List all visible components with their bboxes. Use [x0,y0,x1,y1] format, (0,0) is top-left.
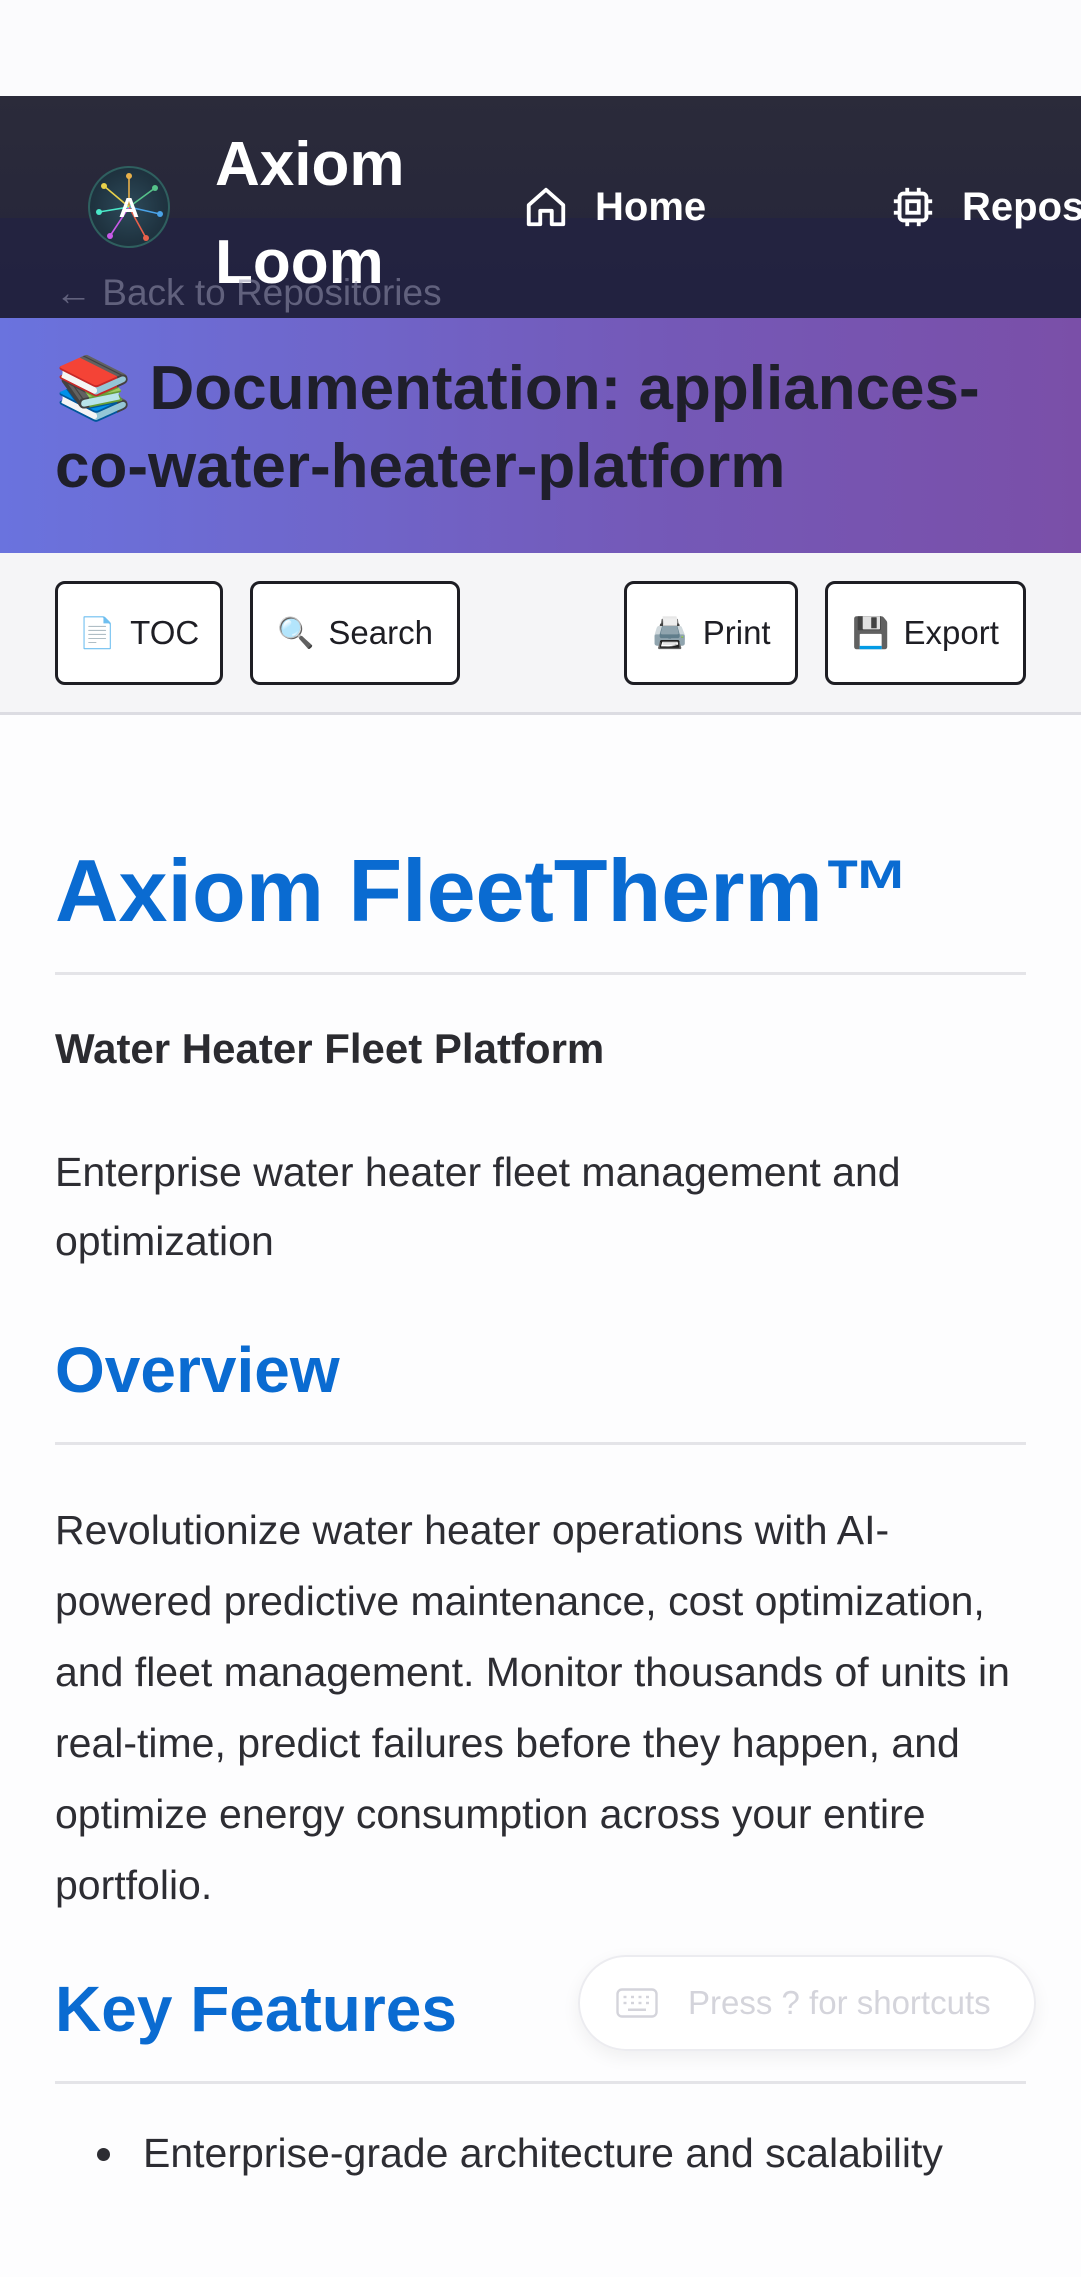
search-button-label: Search [328,614,433,651]
back-to-repositories-link[interactable]: ← Back to Repositories [55,272,442,314]
print-button[interactable]: 🖨️ Print [624,581,798,685]
export-button-label: Export [903,614,999,651]
search-button[interactable]: 🔍 Search [250,581,460,685]
print-button-label: Print [702,614,771,651]
magnifier-icon: 🔍 [277,616,315,650]
product-tagline: Enterprise water heater fleet management… [55,1149,901,1264]
nav-repos-link[interactable]: Repos [890,182,1081,232]
shortcuts-hint[interactable]: Press ? for shortcuts [578,1955,1036,2051]
books-icon: 📚 [55,354,133,423]
home-icon [526,187,566,227]
nav-home-link[interactable]: Home [523,182,706,232]
features-list: Enterprise-grade architecture and scalab… [55,2120,1026,2186]
toc-button[interactable]: 📄 TOC [55,581,223,685]
floppy-disk-icon: 💾 [852,616,890,650]
top-spacer [0,0,1081,96]
chip-icon [893,187,933,227]
printer-icon: 🖨️ [651,616,689,650]
product-subtitle: Water Heater Fleet Platform [55,1025,605,1072]
export-button[interactable]: 💾 Export [825,581,1026,685]
features-divider [55,2081,1026,2084]
product-title: Axiom FleetTherm™ [55,841,911,940]
overview-paragraph: Revolutionize water heater operations wi… [55,1507,1010,1908]
page-icon: 📄 [78,616,117,650]
overview-divider [55,1442,1026,1445]
logo-network-icon: A [96,173,163,241]
nav-repos-label: Repos [962,184,1081,229]
shortcuts-hint-text: Press ? for shortcuts [688,1984,991,2021]
doc-title-text: Documentation: appliances-co-water-heate… [55,354,980,501]
brand-logo[interactable]: A [88,166,170,248]
toc-button-label: TOC [130,614,200,651]
title-divider [55,972,1026,975]
doc-header-banner: 📚 Documentation: appliances-co-water-hea… [0,318,1081,553]
list-item: Enterprise-grade architecture and scalab… [55,2120,1026,2186]
doc-toolbar: 📄 TOC 🔍 Search 🖨️ Print 💾 Export [0,553,1081,715]
overview-heading: Overview [55,1334,340,1406]
keyboard-icon [616,1988,658,2018]
key-features-heading: Key Features [55,1973,457,2045]
logo-letter: A [119,192,139,223]
nav-home-label: Home [595,184,707,229]
doc-page-title: 📚 Documentation: appliances-co-water-hea… [55,350,1055,506]
